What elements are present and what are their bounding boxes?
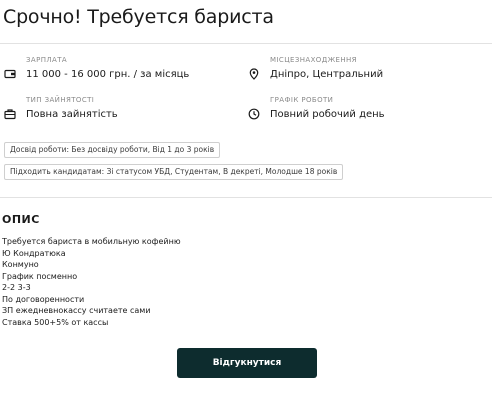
description-line: По договоренности xyxy=(2,294,85,304)
salary-value: 11 000 - 16 000 грн. / за місяць xyxy=(26,69,190,80)
schedule-label: ГРАФІК РОБОТИ xyxy=(270,96,334,104)
description-line: График посменно xyxy=(2,271,78,281)
employment-value: Повна зайнятість xyxy=(26,109,118,120)
description-line: Ю Кондратюка xyxy=(2,248,66,258)
location-value: Дніпро, Центральний xyxy=(270,69,384,80)
description-line: Ставка 500+5% от кассы xyxy=(2,317,109,327)
description-line: ЗП ежедневнокассу считаете сами xyxy=(2,306,151,315)
schedule-detail: ГРАФІК РОБОТИ Повний робочий день xyxy=(248,96,385,121)
location-pin-icon xyxy=(248,68,260,80)
apply-button[interactable]: Відгукнутися xyxy=(177,348,317,378)
description-line: 2-2 3-3 xyxy=(2,283,31,292)
experience-tag: Досвід роботи: Без досвіду роботи, Від 1… xyxy=(4,142,221,158)
candidates-tag: Підходить кандидатам: Зі статусом УБД, С… xyxy=(4,164,344,180)
job-page: Срочно! Требуется бариста ЗАРПЛАТА 11 00… xyxy=(0,0,500,395)
money-icon xyxy=(4,68,16,80)
description-line: Конмуно xyxy=(2,260,39,269)
employment-detail: ТИП ЗАЙНЯТОСТІ Повна зайнятість xyxy=(4,96,118,121)
salary-detail: ЗАРПЛАТА 11 000 - 16 000 грн. / за місяц… xyxy=(4,56,189,81)
divider-middle xyxy=(0,197,492,198)
page-title: Срочно! Требуется бариста xyxy=(3,6,274,28)
divider-top xyxy=(0,43,492,44)
employment-label: ТИП ЗАЙНЯТОСТІ xyxy=(26,96,95,104)
briefcase-icon xyxy=(4,108,16,120)
description-text: Требуется бариста в мобильную кофейню Ю … xyxy=(2,236,181,328)
description-line: Требуется бариста в мобильную кофейню xyxy=(2,237,181,246)
clock-icon xyxy=(248,108,260,120)
salary-label: ЗАРПЛАТА xyxy=(26,56,68,64)
location-label: МІСЦЕЗНАХОДЖЕННЯ xyxy=(270,56,357,64)
schedule-value: Повний робочий день xyxy=(270,109,385,120)
description-heading: ОПИС xyxy=(2,213,40,226)
location-detail: МІСЦЕЗНАХОДЖЕННЯ Дніпро, Центральний xyxy=(248,56,383,81)
